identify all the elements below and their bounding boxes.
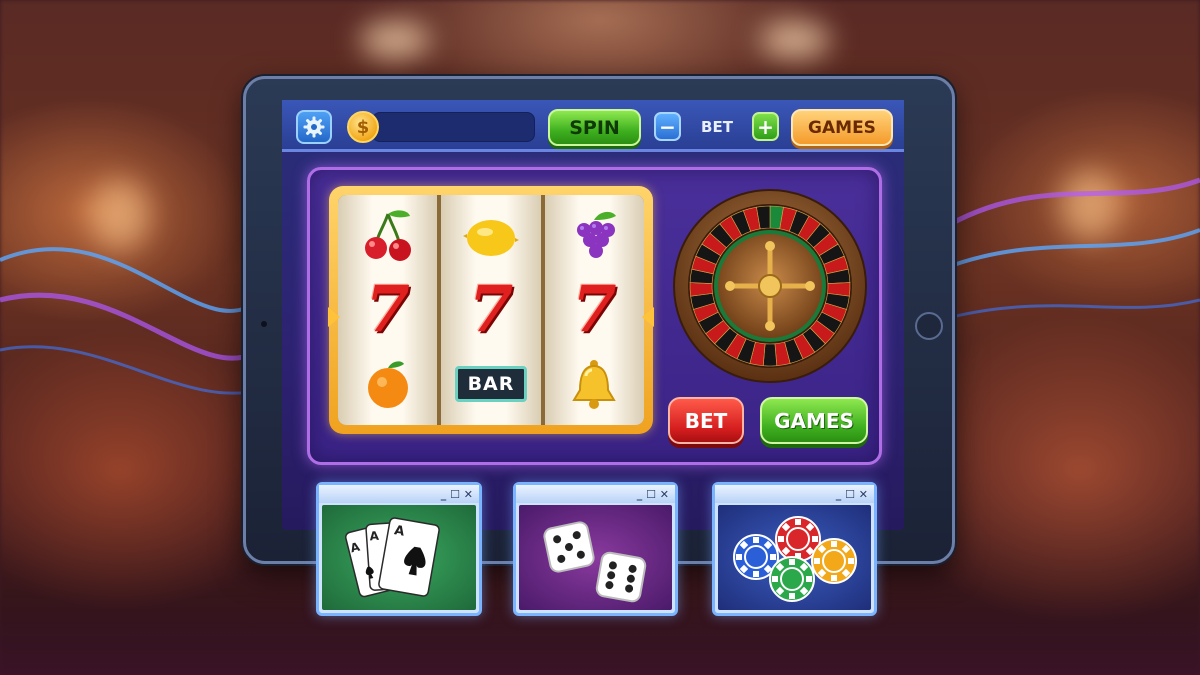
reel-1: 7	[338, 195, 438, 425]
slot-reels[interactable]: 7 7 BAR 7	[338, 195, 644, 425]
window-controls-label[interactable]: _ ☐ ✕	[637, 488, 669, 501]
bet-decrease-button[interactable]: −	[654, 112, 681, 141]
gear-icon	[303, 116, 325, 138]
roulette-wheel[interactable]	[672, 188, 868, 384]
tablet-camera	[261, 321, 267, 327]
settings-button[interactable]	[296, 110, 332, 144]
window-controls-label[interactable]: _ ☐ ✕	[836, 488, 868, 501]
bell-icon	[562, 353, 626, 415]
dice-icon	[543, 521, 647, 603]
spin-button[interactable]: SPIN	[548, 109, 641, 146]
reel-2: 7 BAR	[441, 195, 541, 425]
reel-3: 7	[544, 195, 644, 425]
cherry-icon	[356, 205, 420, 267]
window-controls[interactable]: _ ☐ ✕	[715, 485, 874, 503]
seven-symbol: 7	[468, 272, 514, 347]
lemon-icon	[459, 205, 523, 267]
grapes-icon	[562, 205, 626, 267]
bet-increase-button[interactable]: +	[752, 112, 779, 141]
window-controls-label[interactable]: _ ☐ ✕	[441, 488, 473, 501]
tablet-home-button[interactable]	[915, 312, 943, 340]
orange-icon	[356, 353, 420, 415]
dice-game-window[interactable]: _ ☐ ✕	[513, 482, 678, 616]
roulette-pocket	[762, 343, 778, 367]
bet-label: BET	[701, 118, 733, 136]
window-controls[interactable]: _ ☐ ✕	[516, 485, 675, 503]
reel-pointer-right	[642, 307, 654, 327]
coin-symbol: $	[356, 116, 370, 138]
poker-chips-icon	[733, 516, 857, 602]
cards-thumbnail: A A A	[322, 505, 476, 610]
seven-symbol: 7	[365, 272, 410, 347]
reel-pointer-left	[328, 307, 340, 327]
seven-symbol: 7	[572, 272, 617, 347]
bar-label: BAR	[454, 366, 528, 402]
coin-icon: $	[347, 111, 379, 143]
chips-game-window[interactable]: _ ☐ ✕	[712, 482, 877, 616]
cards-game-window[interactable]: _ ☐ ✕ A A A	[316, 482, 482, 616]
games-menu-button[interactable]: GAMES	[791, 109, 893, 146]
window-controls[interactable]: _ ☐ ✕	[319, 485, 479, 503]
games-button[interactable]: GAMES	[760, 397, 868, 444]
balance-display	[372, 112, 535, 142]
chips-thumbnail	[718, 505, 871, 610]
bar-symbol: BAR	[454, 353, 528, 415]
dice-thumbnail	[519, 505, 672, 610]
playing-cards-icon: A A A	[345, 517, 440, 598]
card-rank: A	[369, 529, 380, 544]
background-light	[360, 20, 430, 60]
background-light	[760, 20, 830, 60]
bet-button[interactable]: BET	[668, 397, 744, 444]
